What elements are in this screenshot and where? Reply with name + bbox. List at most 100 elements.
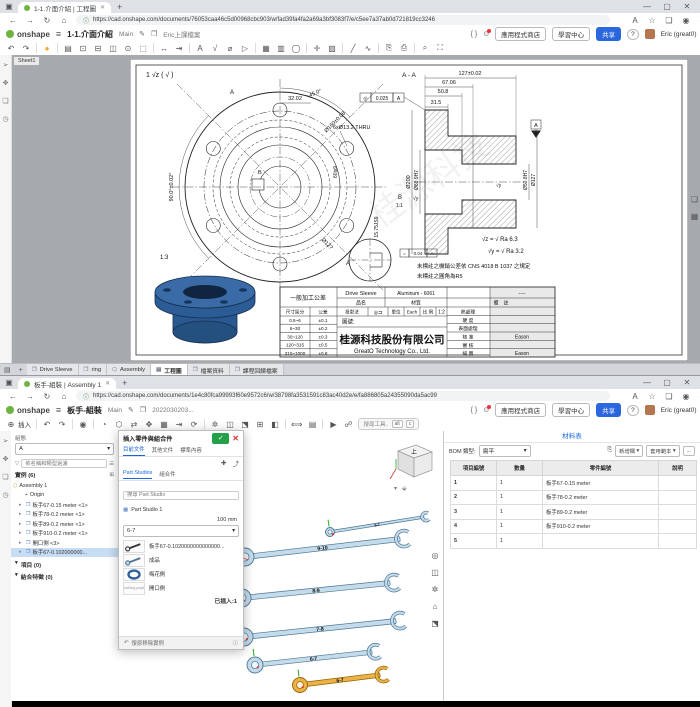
tree-item[interactable]: ▸ ❒ 板手78-0.2 meter <1> — [11, 510, 118, 520]
line-icon[interactable]: ╱ — [348, 44, 358, 53]
tree-item[interactable]: ▸ ❒ 板手910-0.2 meter <1> — [11, 529, 118, 539]
home-icon[interactable]: ⌂ — [59, 16, 69, 25]
add-tab-icon[interactable]: + — [15, 367, 27, 374]
notifications-icon[interactable]: ⊙ — [483, 405, 492, 414]
history-icon[interactable]: ◷ — [1, 491, 11, 499]
chevron-right-icon[interactable]: ▸ — [19, 521, 24, 527]
table-row[interactable]: 1 1 板手67-0.15 meter — [450, 475, 697, 491]
select-icon[interactable]: ➢ — [1, 437, 11, 445]
close-tab-icon[interactable]: ✕ — [105, 380, 110, 387]
table-cell[interactable]: 1 — [496, 518, 543, 534]
dialog-part-row[interactable]: Smoothing polytube 開口側 — [123, 581, 239, 595]
config-select[interactable]: A ▾ — [15, 443, 114, 455]
back-icon[interactable]: ← — [8, 16, 18, 25]
mate-icon[interactable]: ◔ — [99, 420, 109, 429]
app-store-button[interactable]: 應用程式商店 — [495, 403, 547, 417]
named-views-icon[interactable]: ⌂ — [430, 602, 440, 611]
table-row[interactable]: 2 1 板手78-0.2 meter — [450, 489, 697, 505]
onshape-logo[interactable]: onshape — [6, 30, 50, 39]
table-cell[interactable]: 1 — [496, 475, 543, 491]
snap-mode-icon[interactable]: ✥ — [144, 420, 154, 429]
profile-icon[interactable]: ◉ — [681, 16, 691, 25]
favorites-icon[interactable]: ☆ — [647, 16, 657, 25]
collections-icon[interactable]: ❏ — [664, 392, 674, 401]
tab-standard-content[interactable]: 標準內容 — [180, 446, 202, 456]
maximize-button[interactable]: ▢ — [662, 2, 672, 11]
history-icon[interactable]: ◷ — [1, 115, 11, 123]
dimension-icon[interactable]: ↔ — [159, 44, 169, 53]
table-cell[interactable] — [658, 518, 697, 534]
tree-item[interactable]: ▸ ❒ 板手67-0.15 meter <1> — [11, 500, 118, 510]
appearance-icon[interactable]: ⬔ — [240, 420, 250, 429]
wrench-part[interactable]: 6-7 — [245, 635, 382, 674]
table-row[interactable]: 51 — [450, 533, 697, 549]
tab-manager-icon[interactable]: ▤ — [0, 366, 15, 374]
table-icon[interactable]: ▦ — [261, 44, 271, 53]
zoom-fit-icon[interactable]: ⛶ — [435, 43, 445, 53]
favorites-icon[interactable]: ☆ — [647, 392, 657, 401]
window-menu-icon[interactable]: ▣ — [4, 378, 14, 387]
chevron-right-icon[interactable]: ▸ — [19, 511, 24, 517]
section-view-icon[interactable]: ◫ — [108, 44, 118, 53]
section-icon[interactable]: ◫ — [225, 420, 235, 429]
chevron-down-icon[interactable]: ▾ — [15, 572, 18, 582]
redo-icon[interactable]: ↷ — [21, 44, 31, 53]
refresh-icon[interactable]: ↻ — [42, 16, 52, 25]
path-mode-icon[interactable]: ⤴ — [233, 458, 240, 468]
profile-icon[interactable]: ◉ — [681, 392, 691, 401]
folder-name[interactable]: Eric上課檔案 — [163, 29, 200, 39]
crop-view-icon[interactable]: ⬚ — [138, 44, 148, 53]
hamburger-menu-icon[interactable]: ≡ — [56, 29, 61, 39]
config-size-select[interactable]: 6-7 ▾ — [123, 525, 239, 537]
cancel-button[interactable]: ✕ — [232, 434, 239, 443]
minimize-button[interactable]: — — [642, 378, 652, 387]
bom-type-select[interactable]: 扁平 ▾ — [478, 444, 531, 457]
comment-icon[interactable]: ❏ — [1, 473, 11, 481]
drawing-sheet[interactable]: 桂源科技 1 √z ( √ ) 45.0° 32.02 A A Ø160±0.0… — [130, 59, 688, 361]
onshape-logo[interactable]: onshape — [6, 406, 50, 415]
url-field[interactable]: ⓘ https://cad.onshape.com/documents/1e4c… — [76, 391, 610, 401]
view-cube[interactable]: 上 — [388, 439, 436, 483]
hamburger-menu-icon[interactable]: ≡ — [56, 405, 61, 415]
avatar[interactable] — [644, 405, 655, 415]
bom-title[interactable]: 材料表 — [444, 431, 700, 443]
table-row[interactable]: 4 1 板手910-0.2 meter — [450, 518, 697, 534]
items-header[interactable]: 項目 (0) — [21, 560, 41, 569]
table-row[interactable]: 3 1 板手89-0.2 meter — [450, 504, 697, 520]
insert-mode-icon[interactable]: ✚ — [221, 459, 226, 467]
dialog-part-row[interactable]: 梅花側 — [123, 567, 239, 581]
filter-input[interactable] — [21, 459, 108, 468]
wrench-part[interactable]: 6-7 — [291, 659, 390, 694]
view-mode-icon[interactable]: ⬙ — [402, 485, 407, 492]
tables-panel-icon[interactable]: ▦ — [690, 212, 700, 221]
wrench-part[interactable]: 7-8 — [233, 603, 408, 647]
help-button[interactable]: ? — [627, 404, 639, 416]
table-cell[interactable]: 板手67-0.15 meter — [542, 475, 659, 491]
table-cell[interactable]: 3 — [450, 504, 497, 520]
centermark-icon[interactable]: ✛ — [312, 44, 322, 53]
explode-view-icon[interactable]: ✲ — [430, 585, 440, 594]
pattern-icon[interactable]: ▦ — [159, 420, 169, 429]
tab-part-studios[interactable]: Part Studios — [123, 470, 153, 479]
chevron-right-icon[interactable]: ▸ — [19, 530, 24, 536]
hatch-icon[interactable]: ▨ — [327, 44, 337, 53]
apply-template-button[interactable]: 套用範本 ▾ — [646, 444, 680, 457]
sheet-tab[interactable]: Sheet1 — [13, 56, 41, 66]
undo-icon[interactable]: ↶ — [42, 420, 52, 429]
branch-label[interactable]: Main — [119, 31, 133, 38]
table-cell[interactable]: 5 — [450, 533, 497, 549]
undo-icon[interactable]: ↶ — [124, 640, 129, 646]
relation-icon[interactable]: ⇄ — [129, 420, 139, 429]
confirm-button[interactable]: ✓ — [212, 432, 230, 444]
config-length-value[interactable]: 100 mm — [119, 517, 243, 523]
wrench-part[interactable]: 6-7 — [324, 504, 431, 537]
undo-remove-label[interactable]: 復原移除實例 — [132, 639, 164, 647]
document-title[interactable]: 板手-組裝 — [67, 405, 102, 416]
branch-label[interactable]: Main — [108, 407, 122, 414]
sync-icon[interactable]: ◉ — [78, 420, 88, 429]
url-field[interactable]: ⓘ https://cad.onshape.com/documents/7605… — [76, 15, 610, 25]
expand-panel-icon[interactable]: ⊞ — [109, 472, 114, 478]
user-name[interactable]: Eric (great0) — [661, 31, 697, 38]
tree-item[interactable]: ⌖ Origin — [11, 491, 118, 501]
export-icon[interactable]: ⎘ — [384, 43, 394, 53]
